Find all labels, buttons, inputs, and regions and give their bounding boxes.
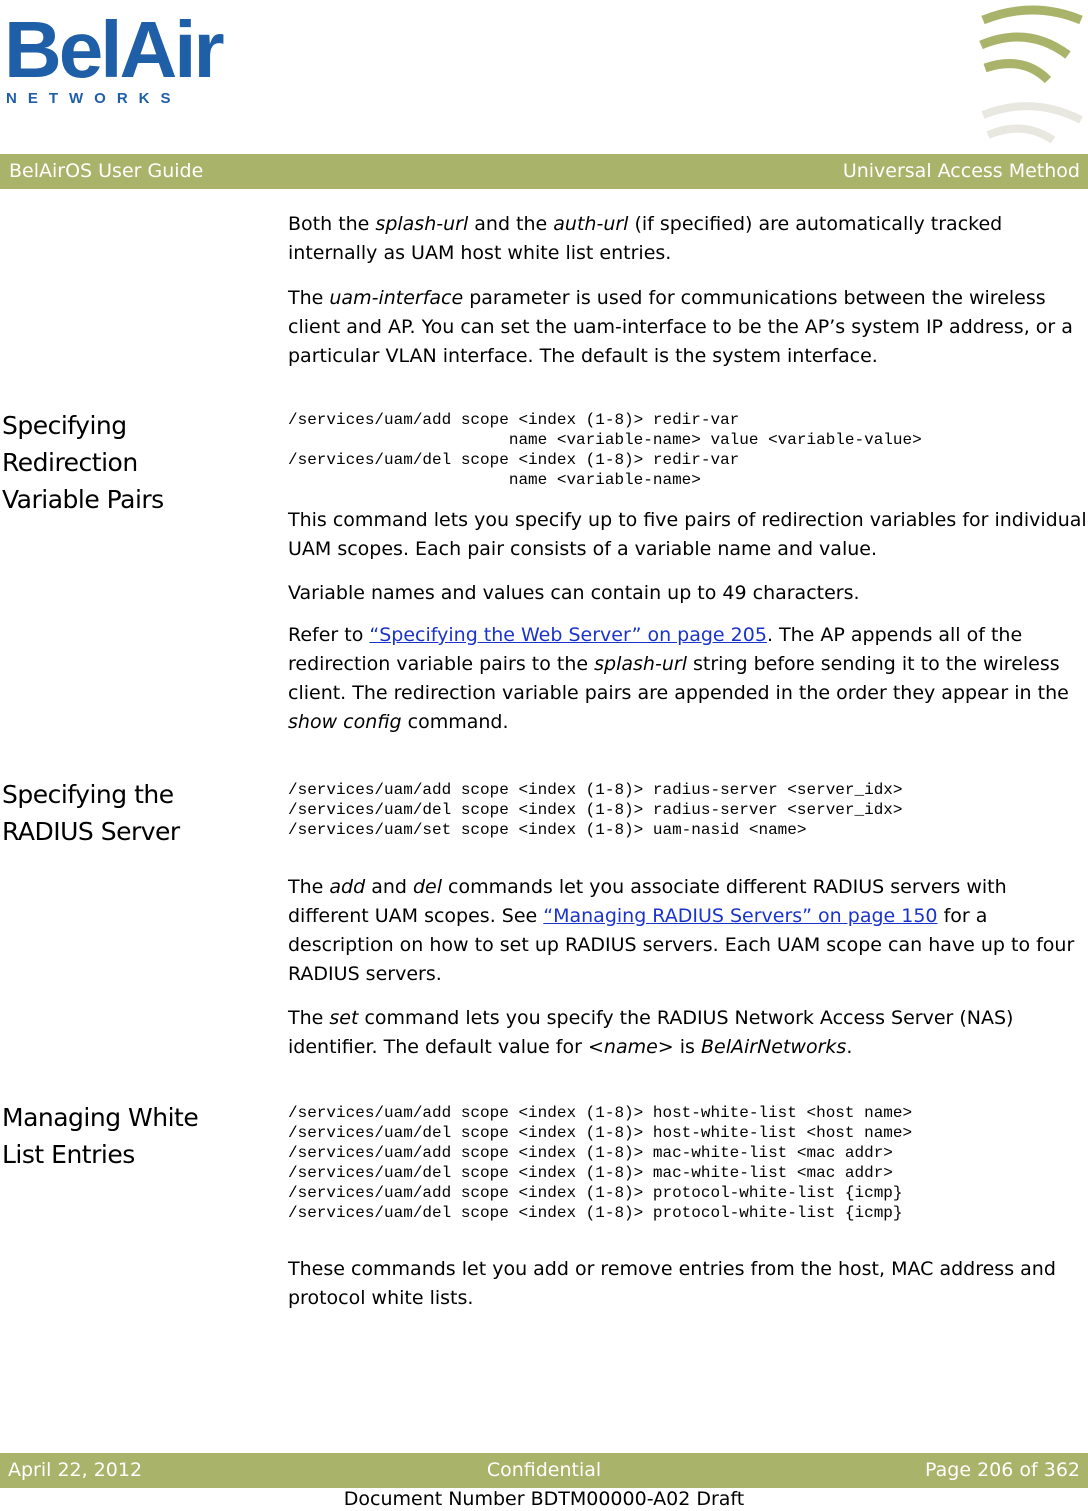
radius-paragraph-1: The add and del commands let you associa…: [288, 876, 1075, 985]
intro-paragraph-2: The uam-interface parameter is used for …: [288, 287, 1073, 367]
redir-paragraph-3: Refer to “Specifying the Web Server” on …: [288, 624, 1069, 733]
redir-paragraph-1: This command lets you specify up to five…: [288, 509, 1087, 560]
heading-redirection-variable-pairs: Specifying Redirection Variable Pairs: [2, 411, 164, 514]
intro-paragraph-1: Both the splash-url and the auth-url (if…: [288, 213, 1003, 264]
logo-wordmark: BelAir: [4, 5, 225, 94]
belair-logo: BelAir NETWORKS: [4, 8, 225, 108]
white-list-paragraph: These commands let you add or remove ent…: [288, 1258, 1056, 1309]
redir-paragraph-2: Variable names and values can contain up…: [288, 582, 860, 604]
chapter-title: Universal Access Method: [842, 160, 1080, 182]
guide-title: BelAirOS User Guide: [9, 160, 204, 182]
code-block-white-list: /services/uam/add scope <index (1-8)> ho…: [288, 1104, 913, 1222]
code-block-radius: /services/uam/add scope <index (1-8)> ra…: [288, 781, 903, 839]
link-web-server[interactable]: “Specifying the Web Server” on page 205: [369, 624, 767, 646]
footer-page-number: Page 206 of 362: [925, 1459, 1080, 1481]
document-number: Document Number BDTM00000-A02 Draft: [343, 1488, 745, 1510]
link-managing-radius[interactable]: “Managing RADIUS Servers” on page 150: [543, 905, 937, 927]
heading-white-list: Managing White List Entries: [2, 1103, 199, 1169]
radius-paragraph-2: The set command lets you specify the RAD…: [288, 1007, 1014, 1058]
code-block-redir-var: /services/uam/add scope <index (1-8)> re…: [288, 411, 922, 489]
heading-radius-server: Specifying the RADIUS Server: [2, 780, 180, 846]
footer-bar: April 22, 2012 Confidential Page 206 of …: [0, 1453, 1088, 1488]
belair-emblem-icon: [979, 5, 1083, 144]
logo-subtitle: NETWORKS: [6, 90, 182, 107]
header-bar: BelAirOS User Guide Universal Access Met…: [0, 154, 1088, 189]
